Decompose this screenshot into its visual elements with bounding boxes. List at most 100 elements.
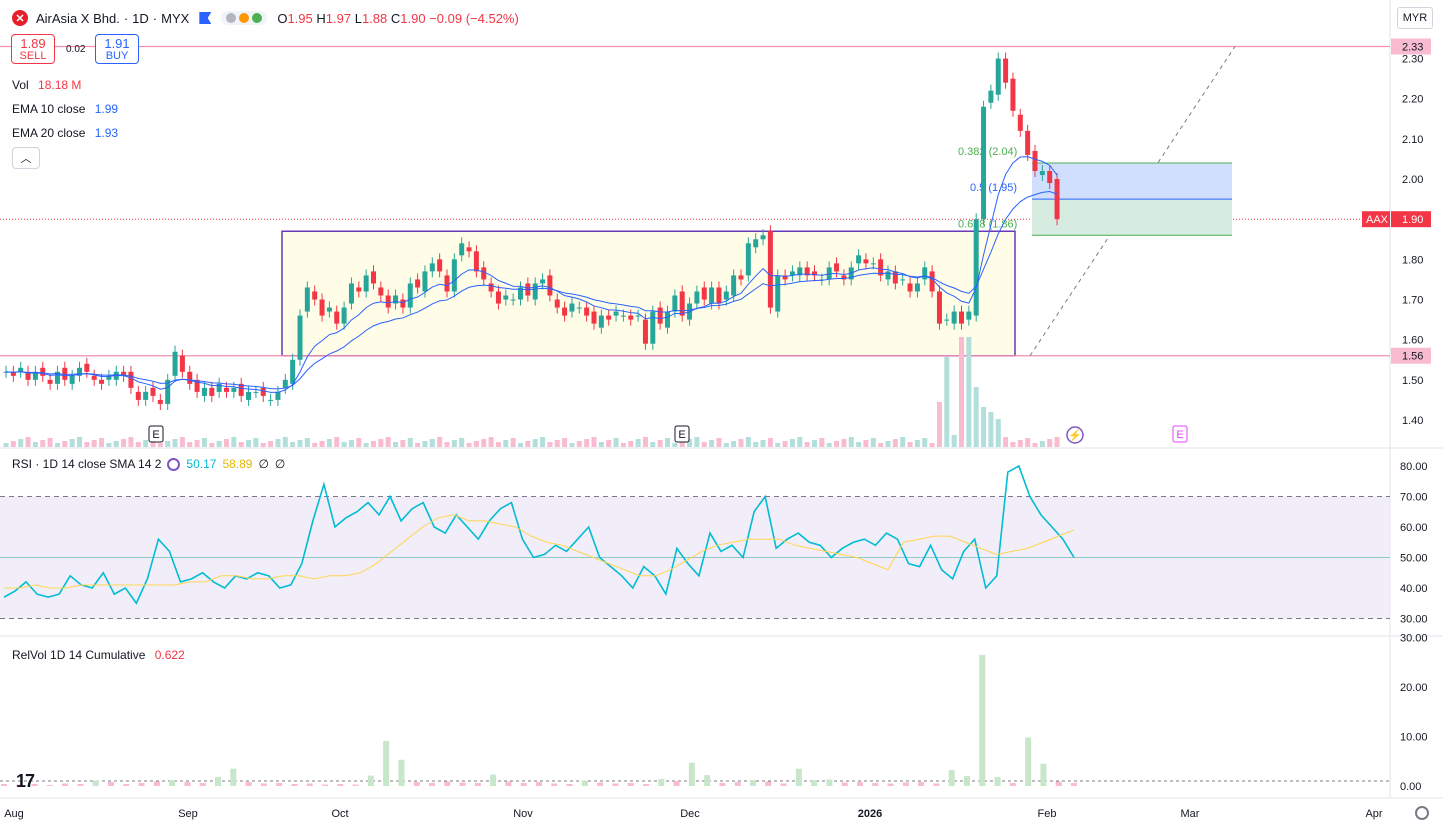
dot-icon (226, 13, 237, 23)
relvol-bar (933, 783, 940, 786)
price-tick: 2.00 (1402, 174, 1423, 186)
vol-legend[interactable]: Vol 18.18 M (12, 78, 81, 92)
time-tick: Mar (1181, 808, 1200, 820)
candle-body (679, 291, 685, 316)
candle-body (297, 315, 303, 360)
relvol-bar (474, 783, 481, 786)
time-tick: Aug (4, 808, 24, 820)
candle-body (304, 287, 310, 312)
refresh-icon[interactable] (167, 457, 181, 471)
volume-bar (1017, 440, 1023, 447)
relvol-bar (444, 781, 451, 786)
volume-bar (576, 441, 582, 447)
relvol-bar (138, 783, 145, 786)
collapse-legend-button[interactable]: ︿ (12, 147, 40, 169)
currency-selector[interactable]: MYR (1397, 7, 1433, 29)
airasia-logo-icon: ✕ (12, 10, 28, 26)
price-tick: 1.40 (1402, 415, 1423, 427)
volume-bar (121, 439, 127, 447)
interval-label[interactable]: 1D (132, 11, 149, 26)
time-tick: Oct (331, 808, 348, 820)
candle-body (187, 371, 193, 384)
volume-bar (481, 439, 487, 447)
earnings-marker-label: E (678, 429, 685, 441)
candle-body (966, 311, 972, 320)
candle-body (863, 259, 869, 264)
tradingview-logo-icon[interactable]: 17 (16, 771, 35, 792)
candle-body (892, 271, 898, 284)
volume-bar (701, 442, 707, 447)
volume-bar (620, 443, 626, 447)
volume-bar (10, 441, 16, 447)
relvol-bar (505, 781, 512, 786)
volume-bar (488, 437, 494, 447)
relvol-bar (337, 784, 344, 786)
price-tick: 2.10 (1402, 134, 1423, 146)
relvol-bar (581, 780, 588, 786)
volume-bar (657, 440, 663, 447)
candle-body (1032, 150, 1038, 172)
volume-bar (282, 437, 288, 447)
relvol-bar (948, 770, 955, 786)
candle-body (91, 375, 97, 380)
volume-bar (650, 442, 656, 447)
volume-bar (569, 443, 575, 447)
volume-bar (635, 439, 641, 447)
price-tick: 2.20 (1402, 94, 1423, 106)
time-tick: Sep (178, 808, 198, 820)
price-tick: 1.80 (1402, 254, 1423, 266)
candle-body (767, 231, 773, 308)
candle-body (495, 291, 501, 304)
volume-bar (782, 441, 788, 447)
rectangle-drawing (281, 230, 1016, 357)
volume-bar (716, 438, 722, 447)
rsi-legend[interactable]: RSI · 1D 14 close SMA 14 2 50.17 58.89 ∅… (12, 457, 285, 471)
vol-label: Vol (12, 78, 29, 92)
volume-bar (518, 443, 523, 447)
candle-body (437, 259, 443, 272)
rsi-tick: 60.00 (1400, 522, 1428, 534)
volume-bar (334, 437, 340, 447)
relvol-bar (551, 783, 558, 786)
gear-icon[interactable] (1415, 806, 1429, 820)
volume-bar (172, 439, 178, 447)
volume-bar (834, 441, 840, 447)
buy-button[interactable]: 1.91 BUY (95, 34, 139, 64)
volume-bar (900, 437, 906, 447)
time-tick: 2026 (858, 808, 882, 820)
relvol-bar (46, 785, 53, 786)
candle-body (503, 295, 509, 300)
volume-bar (745, 437, 751, 447)
symbol-name[interactable]: AirAsia X Bhd. (36, 11, 120, 26)
chart-canvas[interactable]: 0.382 (2.04) 0.5 (1.95) 0.618 (1.86) E E E ⚡ 2.… (0, 0, 1443, 830)
volume-bar (415, 443, 421, 447)
volume-bar (503, 440, 509, 447)
relvol-bar (979, 654, 986, 786)
relvol-bar (520, 783, 527, 786)
relvol-legend[interactable]: RelVol 1D 14 Cumulative 0.622 (12, 648, 185, 662)
candle-body (701, 287, 707, 300)
volume-bar (731, 441, 737, 447)
volume-bar (246, 440, 252, 447)
volume-bar (238, 442, 244, 447)
volume-bar (665, 438, 670, 447)
ema20-legend[interactable]: EMA 20 close 1.93 (12, 126, 118, 140)
candle-body (665, 311, 670, 328)
relvol-bar (459, 782, 466, 786)
candle-body (981, 106, 987, 220)
ema10-legend[interactable]: EMA 10 close 1.99 (12, 102, 118, 116)
sell-button[interactable]: 1.89 SELL (11, 34, 55, 64)
volume-bar (767, 438, 773, 447)
candle-body (547, 275, 553, 296)
status-pill[interactable] (221, 11, 268, 25)
chevron-up-icon: ︿ (20, 153, 32, 165)
sell-label: SELL (19, 50, 47, 62)
candle-body (1039, 171, 1045, 176)
relvol-bar (62, 783, 69, 786)
volume-bar (326, 439, 332, 447)
volume-bar (973, 387, 979, 447)
candle-body (444, 275, 450, 292)
relvol-bar (169, 780, 176, 786)
flag-icon[interactable] (199, 12, 212, 24)
rsi-upper-value: ∅ (258, 457, 269, 471)
